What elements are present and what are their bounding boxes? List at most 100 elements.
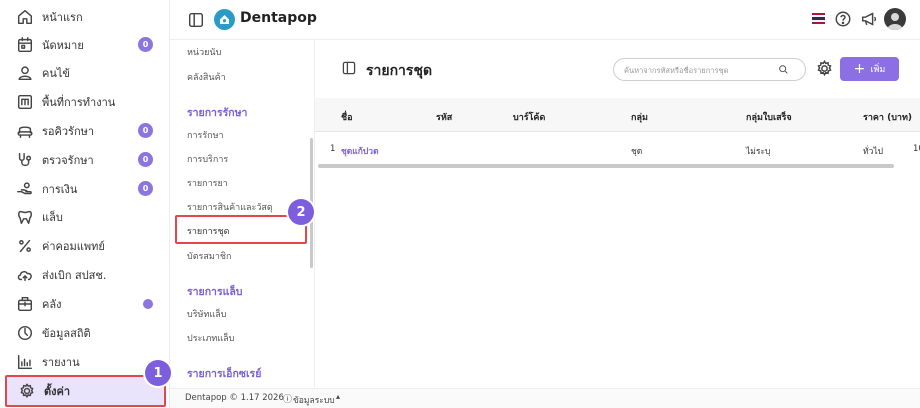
column-header-price[interactable]: ราคา (บาท)	[863, 110, 912, 124]
plus-icon: +	[853, 61, 866, 77]
report-chart-icon	[14, 351, 36, 373]
top-header: Dentapop	[170, 0, 920, 40]
search-input[interactable]: ค้นหาจากรหัสหรือชื่อรายการชุด	[613, 58, 806, 81]
column-header-code[interactable]: รหัส	[436, 110, 452, 124]
nav-label: รอคิวรักษา	[42, 124, 95, 138]
appointments-count-badge: 0	[138, 37, 153, 52]
waiting-chair-icon	[14, 120, 36, 142]
submenu-item-membership[interactable]: บัตรสมาชิก	[187, 249, 231, 263]
row-group: ชุด	[631, 147, 643, 157]
main-content: รายการชุด ค้นหาจากรหัสหรือชื่อรายการชุด …	[315, 40, 920, 388]
submenu-item-services[interactable]: การบริการ	[187, 152, 228, 166]
nav-label: ค่าคอมแพทย์	[42, 239, 105, 253]
table-settings-gear-icon[interactable]	[815, 59, 835, 79]
add-button[interactable]: + เพิ่ม	[840, 57, 899, 81]
nav-label: การเงิน	[42, 182, 78, 196]
nav-item-appointments[interactable]: นัดหมาย 0	[0, 30, 170, 59]
sidebar-toggle-icon[interactable]	[187, 11, 205, 33]
footer: Dentapop © 1.17 2026 ⓘ ข้อมูลระบบ ▴	[170, 388, 920, 408]
nav-label: ข้อมูลสถิติ	[42, 326, 91, 340]
nav-item-nhso-claim[interactable]: ส่งเบิก สปสช.	[0, 260, 170, 289]
nav-item-waiting-queue[interactable]: รอคิวรักษา 0	[0, 116, 170, 145]
step-marker-2: 2	[288, 199, 314, 225]
nav-label: พื้นที่การทำงาน	[42, 95, 116, 109]
nav-label: คนไข้	[42, 66, 70, 80]
warehouse-alert-dot	[143, 299, 153, 309]
submenu-section-xray: รายการเอ็กซเรย์	[187, 368, 262, 380]
percent-icon	[14, 235, 36, 257]
finance-count-badge: 0	[138, 181, 153, 196]
tooth-icon	[14, 206, 36, 228]
treatment-icon	[14, 149, 36, 171]
column-header-receipt-group[interactable]: กลุ่มใบเสร็จ	[746, 110, 792, 124]
chevron-up-icon[interactable]: ▴	[336, 392, 340, 401]
row-receipt-group: ไม่ระบุ	[746, 147, 771, 157]
nav-label: หน้าแรก	[42, 10, 83, 24]
submenu-item-treatments[interactable]: การรักษา	[187, 128, 224, 142]
stats-gauge-icon	[14, 322, 36, 344]
search-icon[interactable]	[778, 64, 789, 77]
submenu-item-medicines[interactable]: รายการยา	[187, 176, 228, 190]
nav-item-statistics[interactable]: ข้อมูลสถิติ	[0, 318, 170, 347]
nav-item-home[interactable]: หน้าแรก	[0, 2, 170, 31]
finance-hand-icon	[14, 178, 36, 200]
row-index: 1	[330, 144, 336, 154]
submenu-section-lab: รายการแล็บ	[187, 286, 243, 298]
waiting-count-badge: 0	[138, 123, 153, 138]
row-name-link[interactable]: ชุดแก้ปวด	[341, 144, 379, 158]
nav-label: ตรวจรักษา	[42, 153, 94, 167]
nav-item-patients[interactable]: คนไข้	[0, 58, 170, 87]
info-circle-icon: ⓘ	[283, 395, 293, 405]
home-icon	[14, 6, 36, 28]
workspace-icon	[14, 91, 36, 113]
nav-item-lab[interactable]: แล็บ	[0, 202, 170, 231]
submenu-item-sets[interactable]: รายการชุด	[187, 224, 229, 238]
nav-item-treatment[interactable]: ตรวจรักษา 0	[0, 145, 170, 174]
treatment-count-badge: 0	[138, 152, 153, 167]
settings-gear-icon	[16, 380, 38, 402]
row-price: 10	[913, 144, 920, 154]
calendar-icon	[14, 34, 36, 56]
nav-label: นัดหมาย	[42, 38, 84, 52]
add-button-label: เพิ่ม	[870, 65, 886, 75]
nav-item-workspace[interactable]: พื้นที่การทำงาน	[0, 87, 170, 116]
row-price-type: ทั่วไป	[863, 147, 884, 157]
step-marker-1: 1	[145, 360, 171, 386]
column-header-name[interactable]: ชื่อ	[341, 110, 353, 124]
cloud-upload-icon	[14, 264, 36, 286]
submenu-section-treatment: รายการรักษา	[187, 107, 248, 119]
app-root: หน้าแรก นัดหมาย 0 คนไข้ พื้นที่การทำงาน …	[0, 0, 920, 408]
search-placeholder: ค้นหาจากรหัสหรือชื่อรายการชุด	[624, 66, 729, 75]
nav-label: แล็บ	[42, 210, 63, 224]
page-panel-icon	[341, 60, 357, 80]
announcement-megaphone-icon[interactable]	[860, 10, 878, 32]
user-avatar[interactable]	[884, 8, 906, 30]
nav-label: ตั้งค่า	[44, 385, 71, 398]
warehouse-box-icon	[14, 293, 36, 315]
left-sidebar: หน้าแรก นัดหมาย 0 คนไข้ พื้นที่การทำงาน …	[0, 0, 170, 408]
nav-item-doctor-fee[interactable]: ค่าคอมแพทย์	[0, 231, 170, 260]
table-horizontal-scrollbar[interactable]	[318, 164, 894, 168]
column-header-group[interactable]: กลุ่ม	[631, 110, 648, 124]
nav-item-warehouse[interactable]: คลัง	[0, 289, 170, 318]
brand-name: Dentapop	[240, 10, 317, 26]
submenu-item-lab-companies[interactable]: บริษัทแล็บ	[187, 307, 226, 321]
footer-copyright: Dentapop © 1.17 2026	[185, 393, 284, 403]
nav-label: คลัง	[42, 297, 62, 311]
table-header: ชื่อ รหัส บาร์โค้ด กลุ่ม กลุ่มใบเสร็จ รา…	[315, 98, 920, 132]
user-icon	[14, 62, 36, 84]
nav-item-finance[interactable]: การเงิน 0	[0, 174, 170, 203]
nav-item-settings[interactable]: ตั้งค่า	[5, 375, 166, 407]
thai-flag-icon[interactable]	[812, 13, 825, 24]
submenu-item-stock[interactable]: คลังสินค้า	[187, 70, 226, 84]
column-header-barcode[interactable]: บาร์โค้ด	[513, 110, 545, 124]
submenu-item-products[interactable]: รายการสินค้าและวัสดุ	[187, 200, 273, 214]
nav-label: รายงาน	[42, 355, 80, 369]
page-title: รายการชุด	[366, 63, 433, 79]
nav-label: ส่งเบิก สปสช.	[42, 268, 107, 282]
dentapop-logo	[214, 9, 235, 30]
footer-system-info-link[interactable]: ข้อมูลระบบ	[293, 393, 335, 407]
submenu-item-units[interactable]: หน่วยนับ	[187, 45, 221, 59]
help-icon[interactable]	[834, 10, 852, 32]
submenu-item-lab-types[interactable]: ประเภทแล็บ	[187, 331, 234, 345]
